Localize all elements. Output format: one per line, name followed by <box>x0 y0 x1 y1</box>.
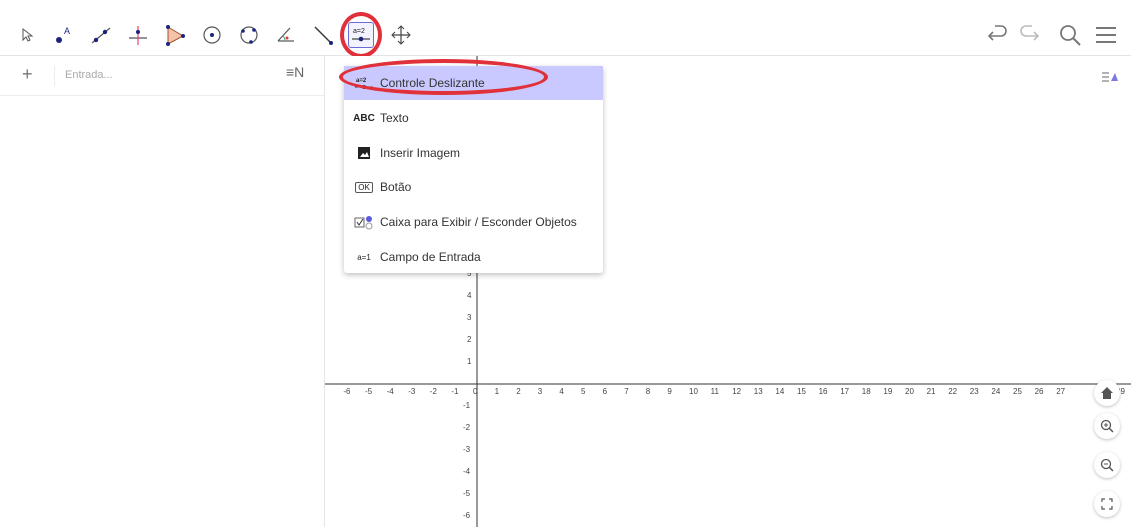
x-tick-label: 1 <box>494 387 500 396</box>
menu-icon[interactable] <box>1091 20 1121 50</box>
menu-item-label: Controle Deslizante <box>380 76 485 90</box>
undo-icon[interactable] <box>983 20 1013 50</box>
menu-item-label: Texto <box>380 111 409 125</box>
x-tick-label: 10 <box>689 387 698 396</box>
perpendicular-line-tool-icon[interactable] <box>125 22 151 48</box>
x-tick-label: -1 <box>451 387 459 396</box>
y-tick-label: -4 <box>463 467 471 476</box>
menu-item-input-box[interactable]: a=1 Campo de Entrada <box>344 240 603 274</box>
algebra-options-icon[interactable]: ≡N <box>286 64 304 80</box>
y-tick-label: -3 <box>463 445 471 454</box>
toolbar: A a=2 <box>0 0 1131 58</box>
zoom-out-icon[interactable] <box>1094 452 1120 478</box>
y-tick-label: 2 <box>467 335 472 344</box>
x-tick-label: 23 <box>969 387 979 396</box>
x-tick-label: 17 <box>840 387 850 396</box>
x-tick-label: 4 <box>559 387 564 396</box>
x-tick-label: 16 <box>818 387 828 396</box>
x-tick-label: -5 <box>365 387 373 396</box>
menu-item-label: Caixa para Exibir / Esconder Objetos <box>380 215 577 229</box>
x-tick-label: 18 <box>861 387 871 396</box>
move-tool-icon[interactable] <box>14 22 40 48</box>
svg-text:a=2: a=2 <box>356 78 367 84</box>
menu-item-label: Campo de Entrada <box>380 250 481 264</box>
x-tick-label: 12 <box>732 387 742 396</box>
y-tick-label: 1 <box>467 357 472 366</box>
y-tick-label: -2 <box>463 423 471 432</box>
y-tick-label: -5 <box>463 489 471 498</box>
circle-tool-icon[interactable] <box>199 22 225 48</box>
y-tick-label: -6 <box>463 511 471 520</box>
menu-item-button[interactable]: OK Botão <box>344 170 603 204</box>
x-tick-label: 20 <box>905 387 914 396</box>
x-tick-label: 13 <box>753 387 763 396</box>
x-tick-label: -4 <box>386 387 394 396</box>
x-tick-label: 24 <box>991 387 1001 396</box>
x-tick-label: 7 <box>624 387 629 396</box>
slider-icon: a=2 <box>352 76 376 90</box>
algebra-view: + Entrada... ≡N <box>0 56 325 527</box>
zoom-in-icon[interactable] <box>1094 413 1120 439</box>
x-tick-label: 11 <box>710 387 719 396</box>
svg-text:A: A <box>64 26 70 36</box>
tool-dropdown-menu: a=2 Controle Deslizante ABC Texto Inseri… <box>344 66 603 273</box>
x-tick-label: 26 <box>1034 387 1044 396</box>
image-icon <box>352 146 376 160</box>
input-box-icon: a=1 <box>357 252 371 262</box>
x-tick-label: 21 <box>926 387 936 396</box>
graphics-style-icon[interactable] <box>1095 64 1125 90</box>
y-tick-label: -1 <box>463 401 471 410</box>
x-tick-label: -6 <box>343 387 351 396</box>
algebra-input-row: + Entrada... ≡N <box>0 56 325 96</box>
x-tick-label: 25 <box>1013 387 1022 396</box>
x-tick-label: 3 <box>537 387 543 396</box>
x-tick-label: 5 <box>581 387 586 396</box>
x-tick-label: 6 <box>602 387 608 396</box>
polygon-tool-icon[interactable] <box>162 22 188 48</box>
x-tick-label: 0 <box>473 387 478 396</box>
search-icon[interactable] <box>1055 20 1085 50</box>
svg-text:a=2: a=2 <box>353 28 365 35</box>
home-icon[interactable] <box>1094 380 1120 406</box>
point-tool-icon[interactable]: A <box>51 22 77 48</box>
x-tick-label: 22 <box>948 387 958 396</box>
checkbox-icon <box>352 214 376 230</box>
menu-item-label: Botão <box>380 180 412 194</box>
x-tick-label: 2 <box>516 387 521 396</box>
y-tick-label: 4 <box>467 291 472 300</box>
x-tick-label: 15 <box>797 387 806 396</box>
x-tick-label: 9 <box>667 387 672 396</box>
x-tick-label: 14 <box>775 387 785 396</box>
input-field[interactable]: Entrada... <box>54 66 113 86</box>
x-tick-label: 8 <box>645 387 651 396</box>
line-tool-icon[interactable] <box>88 22 114 48</box>
menu-item-text[interactable]: ABC Texto <box>344 101 603 135</box>
x-tick-label: -2 <box>429 387 437 396</box>
menu-item-label: Inserir Imagem <box>380 146 461 160</box>
fullscreen-icon[interactable] <box>1094 491 1120 517</box>
x-tick-label: -3 <box>408 387 416 396</box>
move-graphics-tool-icon[interactable] <box>388 22 414 48</box>
button-icon: OK <box>352 181 376 193</box>
reflect-tool-icon[interactable] <box>310 22 336 48</box>
circle-through-points-tool-icon[interactable] <box>236 22 262 48</box>
text-icon: ABC <box>353 112 375 124</box>
slider-tool-icon[interactable]: a=2 <box>348 22 374 48</box>
x-tick-label: 27 <box>1056 387 1066 396</box>
menu-item-checkbox[interactable]: Caixa para Exibir / Esconder Objetos <box>344 205 603 239</box>
menu-item-insert-image[interactable]: Inserir Imagem <box>344 136 603 170</box>
angle-tool-icon[interactable] <box>273 22 299 48</box>
add-icon[interactable]: + <box>22 64 33 85</box>
menu-item-slider[interactable]: a=2 Controle Deslizante <box>344 66 603 100</box>
y-tick-label: 3 <box>467 313 472 322</box>
redo-icon[interactable] <box>1014 20 1044 50</box>
x-tick-label: 19 <box>883 387 893 396</box>
